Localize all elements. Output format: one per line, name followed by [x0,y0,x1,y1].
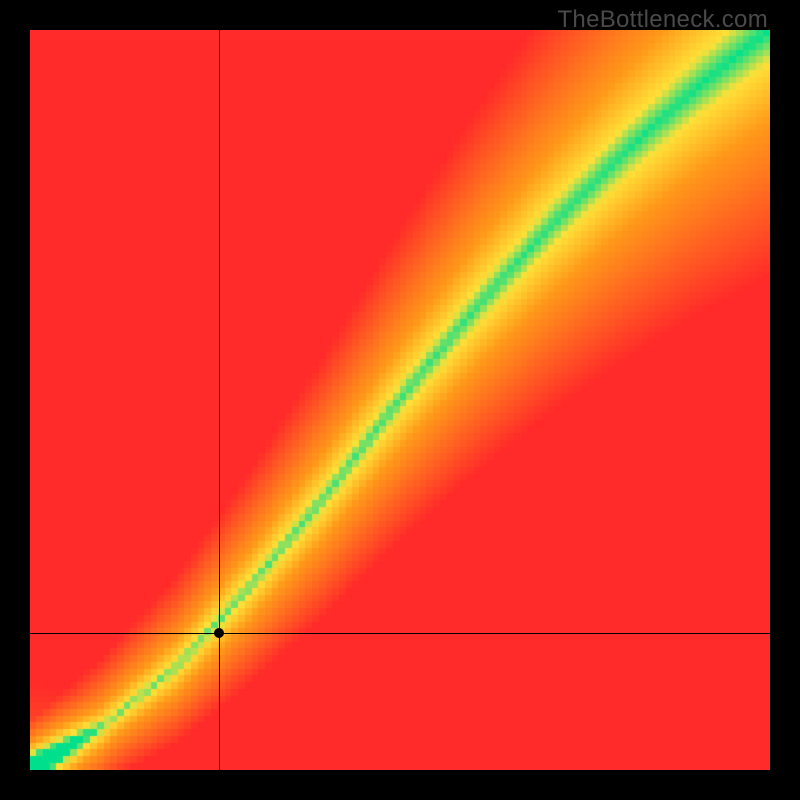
crosshair-vertical [219,30,220,770]
crosshair-horizontal [30,633,770,634]
selection-marker [214,628,224,638]
chart-frame: TheBottleneck.com [0,0,800,800]
heatmap-canvas [30,30,770,770]
